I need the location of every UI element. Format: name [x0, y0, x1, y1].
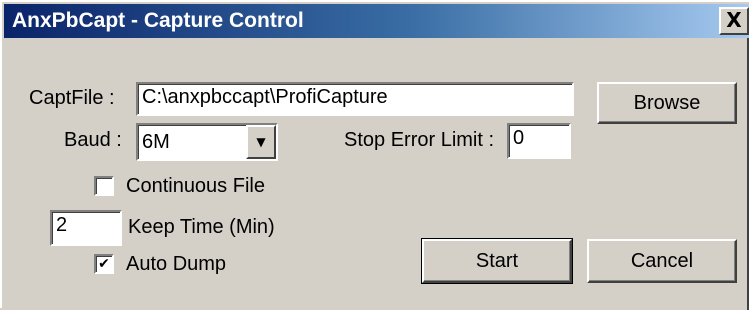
chevron-down-icon[interactable]: ▼	[246, 125, 276, 159]
keep-time-input[interactable]: 2	[50, 210, 122, 246]
auto-dump-label: Auto Dump	[126, 253, 227, 275]
start-button[interactable]: Start	[421, 238, 573, 284]
capt-file-input[interactable]: C:\anxpbccapt\ProfiCapture	[136, 82, 574, 116]
stop-error-limit-label: Stop Error Limit :	[344, 129, 495, 151]
keep-time-label: Keep Time (Min)	[128, 216, 275, 238]
title-bar[interactable]: AnxPbCapt - Capture Control X	[4, 4, 749, 38]
capture-control-dialog: AnxPbCapt - Capture Control X CaptFile :…	[0, 0, 749, 310]
auto-dump-checkbox[interactable]: ✔	[94, 254, 114, 274]
stop-error-limit-input[interactable]: 0	[507, 123, 571, 159]
close-button[interactable]: X	[719, 7, 749, 35]
baud-label: Baud :	[64, 129, 122, 151]
continuous-file-label: Continuous File	[126, 175, 265, 197]
window-title: AnxPbCapt - Capture Control	[12, 9, 304, 32]
baud-selected-value: 6M	[142, 131, 170, 153]
check-icon: ✔	[98, 256, 110, 272]
continuous-file-checkbox[interactable]	[94, 176, 114, 196]
cancel-button[interactable]: Cancel	[587, 239, 737, 283]
baud-select[interactable]: 6M ▼	[136, 123, 278, 161]
browse-button[interactable]: Browse	[597, 82, 737, 124]
capt-file-label: CaptFile :	[29, 87, 115, 109]
